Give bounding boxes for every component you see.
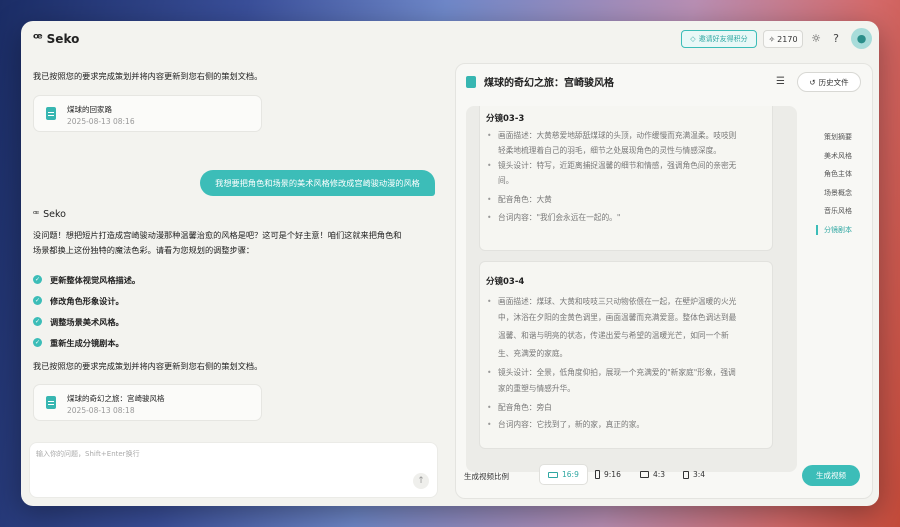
step-text: 重新生成分镜剧本。 bbox=[50, 337, 124, 348]
scene-line: 配音角色：大黄 bbox=[486, 192, 786, 207]
scene-title: 分镜03-3 bbox=[486, 114, 525, 124]
document-icon bbox=[466, 75, 476, 88]
toc-item-active[interactable]: 分镜剧本 bbox=[816, 224, 852, 244]
history-label: 历史文件 bbox=[818, 77, 849, 87]
list-item: ✓ 调整场景美术风格。 bbox=[33, 311, 433, 332]
ratio-option-3-4[interactable]: 3:4 bbox=[675, 464, 713, 485]
app-window: ꟹ Seko ◇ 邀请好友得积分 ✧ 2170 ☼ ? ● 我已按照您的要求完成… bbox=[21, 21, 879, 506]
chat-panel: 我已按照您的要求完成策划并将内容更新到您右侧的策划文档。 煤球的回家路 2025… bbox=[21, 57, 446, 506]
ratio-text: 9:16 bbox=[604, 470, 621, 479]
document-content[interactable]: 分镜03-3 画面描述：大黄慈爱地舔舐煤球的头顶，动作缓慢而充满温柔。吱吱则 轻… bbox=[466, 106, 797, 472]
user-message: 我想要把角色和场景的美术风格修改成宫崎骏动漫的风格 bbox=[200, 170, 435, 196]
scene-line: 温馨、和谐与明亮的状态，传递出爱与希望的温暖光芒，如同一个新 bbox=[498, 331, 729, 340]
history-files-button[interactable]: ↺ 历史文件 bbox=[797, 72, 861, 92]
scene-line: 中，沐浴在夕阳的金黄色调里，画面温馨而充满爱意。整体色调达到最 bbox=[498, 313, 737, 322]
document-icon bbox=[46, 107, 56, 120]
portrait-icon bbox=[595, 470, 600, 479]
check-icon: ✓ bbox=[33, 296, 42, 305]
ratio-text: 3:4 bbox=[693, 470, 706, 479]
logo-text: Seko bbox=[46, 32, 80, 46]
history-icon: ↺ bbox=[809, 77, 816, 87]
scene-line: 配音角色：旁白 bbox=[486, 400, 786, 415]
scene-line: 画面描述：煤球、大黄和吱吱三只动物依偎在一起，在壁炉温暖的火光 bbox=[486, 294, 786, 309]
toc-toggle-icon[interactable]: ☰ bbox=[776, 76, 785, 87]
toc-item[interactable]: 场景概念 bbox=[816, 188, 852, 207]
ratio-text: 16:9 bbox=[562, 470, 579, 479]
toc-item[interactable]: 美术风格 bbox=[816, 151, 852, 170]
document-card[interactable]: 煤球的奇幻之旅：宫崎骏风格 2025-08-13 08:18 bbox=[33, 384, 262, 421]
user-avatar[interactable]: ● bbox=[851, 28, 872, 49]
seko-logo-icon: ꟹ bbox=[33, 31, 43, 47]
generate-video-button[interactable]: 生成视频 bbox=[802, 465, 860, 486]
assistant-header: ꟹ Seko bbox=[33, 209, 66, 220]
assistant-intro-line-2: 场景都换上这份独特的魔法色彩。请看为您规划的调整步骤： bbox=[33, 245, 255, 255]
scene-line: 画面描述：大黄慈爱地舔舐煤球的头顶，动作缓慢而充满温柔。吱吱则 bbox=[486, 128, 786, 143]
send-button[interactable]: ↑ bbox=[413, 473, 429, 489]
arrow-up-icon: ↑ bbox=[417, 476, 425, 486]
step-list: ✓ 更新整体视觉风格描述。 ✓ 修改角色形象设计。 ✓ 调整场景美术风格。 ✓ 重新生成… bbox=[33, 269, 433, 353]
seko-logo-icon: ꟹ bbox=[33, 209, 40, 220]
list-item: ✓ 修改角色形象设计。 bbox=[33, 290, 433, 311]
chat-input[interactable] bbox=[36, 449, 396, 469]
assistant-message: 我已按照您的要求完成策划并将内容更新到您右侧的策划文档。 bbox=[33, 361, 263, 371]
document-date: 2025-08-13 08:18 bbox=[67, 406, 135, 415]
scene-details: 画面描述：煤球、大黄和吱吱三只动物依偎在一起，在壁炉温暖的火光 中，沐浴在夕阳的… bbox=[486, 294, 786, 432]
check-icon: ✓ bbox=[33, 275, 42, 284]
check-icon: ✓ bbox=[33, 338, 42, 347]
toc-item[interactable]: 音乐风格 bbox=[816, 206, 852, 225]
step-text: 更新整体视觉风格描述。 bbox=[50, 274, 141, 285]
theme-toggle-icon[interactable]: ☼ bbox=[809, 31, 823, 45]
scene-title: 分镜03-4 bbox=[486, 277, 525, 287]
help-icon[interactable]: ? bbox=[829, 31, 843, 45]
spark-icon: ✧ bbox=[768, 34, 776, 44]
assistant-message: 我已按照您的要求完成策划并将内容更新到您右侧的策划文档。 bbox=[33, 71, 263, 81]
scene-details: 画面描述：大黄慈爱地舔舐煤球的头顶，动作缓慢而充满温柔。吱吱则 轻柔地梳理着自己… bbox=[486, 128, 786, 225]
step-text: 修改角色形象设计。 bbox=[50, 295, 124, 306]
ratio-label: 生成视频比例 bbox=[464, 472, 509, 481]
document-icon bbox=[46, 396, 56, 409]
document-title: 煤球的奇幻之旅：宫崎骏风格 bbox=[67, 394, 165, 403]
ratio-option-9-16[interactable]: 9:16 bbox=[587, 464, 629, 485]
credits-badge[interactable]: ✧ 2170 bbox=[763, 30, 803, 48]
user-icon: ● bbox=[856, 32, 867, 45]
step-text: 调整场景美术风格。 bbox=[50, 316, 124, 327]
ratio-text: 4:3 bbox=[653, 470, 666, 479]
document-panel: 煤球的奇幻之旅：宫崎骏风格 ☰ ↺ 历史文件 分镜03-3 画面描述：大黄慈爱地… bbox=[455, 63, 873, 499]
scene-line: 镜头设计：全景，低角度仰拍，展现一个充满爱的"新家庭"形象，强调 bbox=[486, 365, 786, 380]
document-title: 煤球的回家路 bbox=[67, 105, 112, 114]
invite-label: 邀请好友得积分 bbox=[698, 35, 748, 43]
chat-input-box: ↑ bbox=[29, 442, 438, 498]
scene-line: 轻柔地梳理着自己的羽毛，细节之处展现角色的灵性与情感深度。 bbox=[498, 146, 721, 155]
scene-line: 间。 bbox=[498, 176, 514, 185]
document-header: 煤球的奇幻之旅：宫崎骏风格 bbox=[466, 74, 614, 89]
assistant-intro-line-1: 没问题！想把短片打造成宫崎骏动漫那种温馨治愈的风格是吧？这可是个好主意！咱们这就… bbox=[33, 230, 402, 240]
top-bar: ꟹ Seko ◇ 邀请好友得积分 ✧ 2170 ☼ ? ● bbox=[21, 21, 879, 57]
check-icon: ✓ bbox=[33, 317, 42, 326]
ratio-option-4-3[interactable]: 4:3 bbox=[632, 464, 673, 485]
scene-line: 台词内容：它找到了，新的家，真正的家。 bbox=[486, 417, 786, 432]
scene-line: 生、充满爱的家庭。 bbox=[498, 349, 568, 358]
scene-line: 家的重塑与情感升华。 bbox=[498, 384, 575, 393]
ratio-option-16-9[interactable]: 16:9 bbox=[539, 464, 588, 485]
toc-item[interactable]: 策划摘要 bbox=[816, 132, 852, 151]
app-logo[interactable]: ꟹ Seko bbox=[33, 31, 79, 47]
assistant-name: Seko bbox=[43, 209, 66, 220]
list-item: ✓ 重新生成分镜剧本。 bbox=[33, 332, 433, 353]
table-of-contents: 策划摘要 美术风格 角色主体 场景概念 音乐风格 分镜剧本 bbox=[816, 132, 852, 243]
toc-item[interactable]: 角色主体 bbox=[816, 169, 852, 188]
scene-line: 镜头设计：特写，近距离捕捉温馨的细节和情感，强调角色间的亲密无 bbox=[486, 158, 786, 173]
scene-line: 台词内容："我们会永远在一起的。" bbox=[486, 210, 786, 225]
portrait-icon bbox=[683, 470, 689, 479]
document-date: 2025-08-13 08:16 bbox=[67, 117, 135, 126]
list-item: ✓ 更新整体视觉风格描述。 bbox=[33, 269, 433, 290]
document-panel-title: 煤球的奇幻之旅：宫崎骏风格 bbox=[484, 78, 614, 89]
landscape-icon bbox=[548, 471, 558, 478]
gem-icon: ◇ bbox=[690, 35, 696, 43]
document-card[interactable]: 煤球的回家路 2025-08-13 08:16 bbox=[33, 95, 262, 132]
user-message-text: 我想要把角色和场景的美术风格修改成宫崎骏动漫的风格 bbox=[215, 178, 420, 188]
landscape-icon bbox=[640, 471, 649, 478]
credits-value: 2170 bbox=[777, 34, 798, 44]
invite-friends-button[interactable]: ◇ 邀请好友得积分 bbox=[681, 30, 757, 48]
